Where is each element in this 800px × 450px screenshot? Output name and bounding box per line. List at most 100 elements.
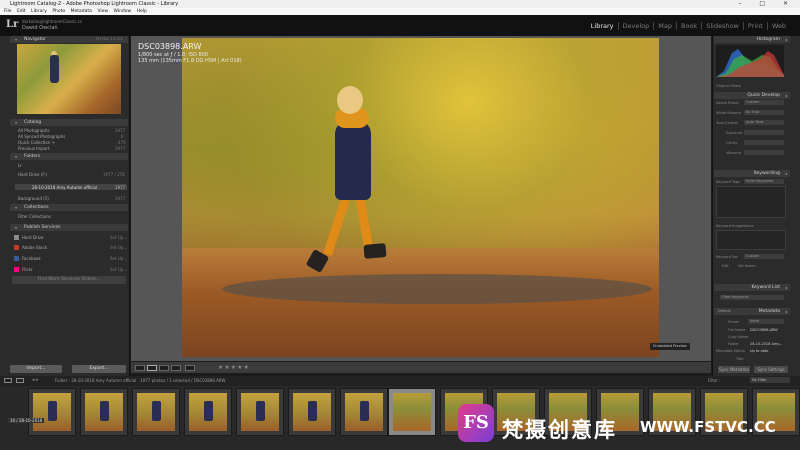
publish-setup[interactable]: Set Up... <box>110 267 127 272</box>
embedded-preview-badge[interactable]: Embedded Preview <box>650 343 690 350</box>
sync-metadata-button[interactable]: Sync Metadata <box>718 366 750 373</box>
vibrance-buttons[interactable] <box>744 150 784 155</box>
import-button[interactable]: Import... <box>10 365 62 373</box>
module-library[interactable]: Library <box>587 22 618 30</box>
filmstrip-thumbnail[interactable] <box>288 388 336 436</box>
module-book[interactable]: Book <box>676 22 701 30</box>
filmstrip-thumbnail[interactable] <box>132 388 180 436</box>
publish-service-item[interactable]: Hard Drive <box>22 235 44 240</box>
module-print[interactable]: Print <box>742 22 767 30</box>
compare-view-icon[interactable] <box>159 365 169 371</box>
menu-edit[interactable]: Edit <box>17 9 26 14</box>
filmstrip-thumbnail[interactable] <box>184 388 232 436</box>
module-picker: Library Develop Map Book Slideshow Print… <box>587 22 790 30</box>
white-balance-select[interactable]: As Shot <box>744 110 784 115</box>
export-button[interactable]: Export... <box>72 365 126 373</box>
module-develop[interactable]: Develop <box>617 22 654 30</box>
loupe-view-icon[interactable] <box>147 365 157 371</box>
people-view-icon[interactable] <box>185 365 195 371</box>
menu-help[interactable]: Help <box>137 9 147 14</box>
keyword-tags-select[interactable]: Enter Keywords <box>744 179 784 184</box>
star-rating[interactable]: ★★★★★ <box>218 364 250 371</box>
keyword-suggestions-box[interactable] <box>716 230 786 250</box>
filmstrip-thumbnail[interactable] <box>80 388 128 436</box>
catalog-header[interactable]: Catalog <box>10 119 128 126</box>
photo-subject-coat <box>335 120 371 200</box>
folders-header[interactable]: Folders <box>10 153 128 160</box>
filter-keywords-input[interactable]: Filter Keywords <box>720 295 784 300</box>
filmstrip-thumbnail[interactable] <box>236 388 284 436</box>
filter-select[interactable]: No Filter <box>750 377 790 383</box>
histogram-header[interactable]: Histogram <box>714 36 790 43</box>
clarity-buttons[interactable] <box>744 140 784 145</box>
window-controls[interactable]: – □ ✕ <box>738 0 796 8</box>
navigator-preview[interactable] <box>17 44 121 114</box>
filmstrip-source[interactable]: Folder : 28-10-2018 Amy Autumn official … <box>55 378 225 383</box>
menu-metadata[interactable]: Metadata <box>71 9 92 14</box>
quick-develop-header[interactable]: Quick Develop <box>714 92 790 99</box>
main-photo[interactable] <box>182 38 659 357</box>
metadata-label: Folder <box>728 342 739 346</box>
hard-drive-icon <box>14 235 19 240</box>
original-photo-toggle[interactable]: Original Photo <box>716 84 741 88</box>
main-window-icon[interactable] <box>4 378 12 383</box>
publish-setup[interactable]: Set Up... <box>110 245 127 250</box>
collections-header[interactable]: Collections <box>10 204 128 211</box>
keyword-entry-box[interactable] <box>716 186 786 218</box>
keyword-set-label: Keyword Set <box>716 255 738 259</box>
find-more-services[interactable]: Find More Services Online... <box>12 276 126 284</box>
metadata-preset-select[interactable]: None <box>748 319 784 324</box>
sync-settings-button[interactable]: Sync Settings <box>754 366 788 373</box>
catalog-item[interactable]: Quick Collection + <box>18 140 55 145</box>
keyword-list-header[interactable]: Keyword List <box>714 284 790 291</box>
keyword-set-select[interactable]: Custom <box>744 254 784 259</box>
catalog-item[interactable]: All Photographs <box>18 128 49 133</box>
second-window-icon[interactable] <box>16 378 24 383</box>
metadata-view-select[interactable]: Default <box>716 309 736 314</box>
folder-item-count: 1977 <box>115 185 126 190</box>
catalog-item[interactable]: All Synced Photographs <box>18 134 65 139</box>
survey-view-icon[interactable] <box>171 365 181 371</box>
filmstrip-thumbnail[interactable] <box>28 388 76 436</box>
folder-root[interactable]: Lr <box>18 163 22 168</box>
folder-item-selected[interactable]: 28-10-2018 Amy Autumn official <box>32 185 97 190</box>
folder-drive[interactable]: Hard Drive (F:) <box>18 172 47 177</box>
watermark-url: WWW.FSTVC.CC <box>640 418 776 436</box>
navigator-zoom[interactable]: FIT FILL 1:1 3:1 <box>96 37 123 41</box>
publish-setup[interactable]: Set Up... <box>110 235 127 240</box>
catalog-item[interactable]: Previous Import <box>18 146 49 151</box>
menu-file[interactable]: File <box>4 9 12 14</box>
photo-subject-head <box>337 86 363 114</box>
metadata-filename[interactable]: DSC03898.ARW <box>750 328 778 332</box>
publish-setup[interactable]: Set Up... <box>110 256 127 261</box>
filmstrip-thumbnail[interactable] <box>388 388 436 436</box>
window-titlebar: Lightroom Catalog-2 - Adobe Photoshop Li… <box>0 0 800 8</box>
keyword-set-item[interactable]: Edit <box>722 264 729 268</box>
auto-tone-button[interactable]: Auto Tone <box>744 120 784 125</box>
exposure-buttons[interactable] <box>744 130 784 135</box>
metadata-folder[interactable]: 28-10-2018 Amy... <box>750 342 782 346</box>
identity-name: Dawid Owciań <box>22 25 58 31</box>
publish-service-item[interactable]: Flickr <box>22 267 33 272</box>
publish-services-header[interactable]: Publish Services <box>10 224 128 231</box>
folder-item[interactable]: Background (5) <box>18 196 49 201</box>
lightroom-logo: Lr <box>6 19 19 30</box>
filmstrip-thumbnail[interactable] <box>340 388 388 436</box>
metadata-label: Title <box>736 357 744 361</box>
publish-service-item[interactable]: Adobe Stock <box>22 245 47 250</box>
qd-label: Saved Preset <box>716 101 739 105</box>
grid-view-icon[interactable] <box>135 365 145 371</box>
module-web[interactable]: Web <box>766 22 790 30</box>
menu-window[interactable]: Window <box>113 9 131 14</box>
menu-view[interactable]: View <box>97 9 108 14</box>
menu-photo[interactable]: Photo <box>52 9 65 14</box>
menu-library[interactable]: Library <box>31 9 47 14</box>
filter-collections[interactable]: Filter Collections <box>18 214 51 219</box>
keywording-header[interactable]: Keywording <box>714 170 790 177</box>
module-map[interactable]: Map <box>653 22 676 30</box>
saved-preset-select[interactable]: Custom <box>744 100 784 105</box>
back-forward-icon[interactable]: ◂ ▸ <box>32 377 39 383</box>
keyword-set-item[interactable]: Set Name... <box>738 264 759 268</box>
publish-service-item[interactable]: Facebook <box>22 256 41 261</box>
module-slideshow[interactable]: Slideshow <box>701 22 743 30</box>
